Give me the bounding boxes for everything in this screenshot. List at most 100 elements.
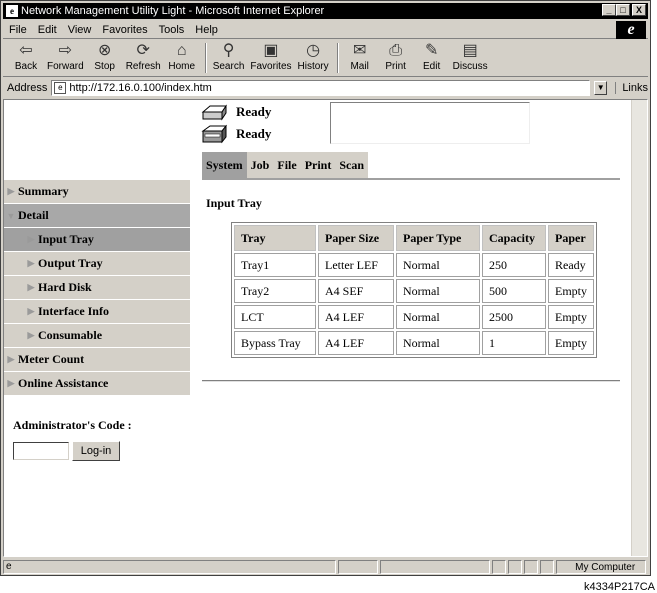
arrow-right-icon: ▶ [7,186,15,196]
forward-button[interactable]: ⇨ Forward [47,41,84,72]
status-cell [380,560,491,574]
nav-detail[interactable]: ▼ Detail [4,204,190,228]
window-controls: _ □ X [602,4,646,16]
table-cell: 2500 [482,305,546,329]
nav-input-tray[interactable]: ▶ Input Tray [4,228,190,252]
toolbar: ⇦ Back ⇨ Forward ⊗ Stop ⟳ Refresh ⌂ Home… [3,41,648,77]
home-icon: ⌂ [176,42,187,59]
edit-icon: ✎ [424,42,439,59]
stop-button[interactable]: ⊗ Stop [90,41,120,72]
refresh-button[interactable]: ⟳ Refresh [126,41,161,72]
print-label: Print [385,61,406,72]
discuss-label: Discuss [452,61,488,72]
tab-file[interactable]: File [273,158,300,173]
refresh-label: Refresh [125,61,161,72]
close-button[interactable]: X [632,4,646,16]
menu-bar: File Edit View Favorites Tools Help [3,21,648,39]
figure-caption: k4334P217CA [584,581,655,593]
address-dropdown-button[interactable]: ▼ [593,81,608,95]
favorites-button[interactable]: ▣ Favorites [250,41,291,72]
column-header: Tray [234,225,316,251]
back-label: Back [14,61,38,72]
status-cell [508,560,523,574]
edit-button[interactable]: ✎ Edit [417,41,447,72]
login-button[interactable]: Log-in [72,441,120,461]
back-icon: ⇦ [19,42,33,59]
tab-scan[interactable]: Scan [335,158,368,173]
window-title: Network Management Utility Light - Micro… [21,5,325,17]
table-cell: A4 LEF [318,305,394,329]
nav-online-assistance-label: Online Assistance [18,376,109,390]
favorites-label: Favorites [250,61,292,72]
discuss-button[interactable]: ▤ Discuss [453,41,488,72]
address-bar: Address e http://172.16.0.100/index.htm … [3,79,648,97]
menu-tools[interactable]: Tools [159,24,185,36]
menu-file[interactable]: File [9,24,27,36]
ie-app-icon: e [6,5,18,17]
page-viewport: Ready Ready System Job File Print Scan ▶… [3,99,648,557]
arrow-right-icon: ▶ [27,306,35,316]
stop-label: Stop [94,61,115,72]
tab-print[interactable]: Print [301,158,336,173]
back-button[interactable]: ⇦ Back [11,41,41,72]
mail-button[interactable]: ✉ Mail [345,41,375,72]
nav-hard-disk[interactable]: ▶ Hard Disk [4,276,190,300]
maximize-button[interactable]: □ [616,4,630,16]
table-cell: Empty [548,305,594,329]
home-button[interactable]: ⌂ Home [167,41,197,72]
table-row: LCT A4 LEF Normal 2500 Empty [234,305,594,329]
arrow-down-icon: ▼ [6,210,16,221]
refresh-icon: ⟳ [136,42,150,59]
table-cell: A4 SEF [318,279,394,303]
tab-job[interactable]: Job [247,158,274,173]
table-cell: Tray1 [234,253,316,277]
menu-edit[interactable]: Edit [38,24,57,36]
main-tabs: System Job File Print Scan [202,152,369,178]
print-button[interactable]: ⎙ Print [381,41,411,72]
tab-system[interactable]: System [202,152,247,178]
menu-help[interactable]: Help [195,24,218,36]
address-url: http://172.16.0.100/index.htm [69,82,212,94]
ie-logo: e [616,21,646,39]
zone-cell: My Computer [556,560,647,574]
minimize-button[interactable]: _ [602,4,616,16]
search-label: Search [212,61,245,72]
printer-status-text: Ready [236,104,272,119]
menu-view[interactable]: View [68,24,92,36]
table-cell: Empty [548,279,594,303]
table-cell: LCT [234,305,316,329]
nav-output-tray-label: Output Tray [38,256,103,270]
table-cell: Bypass Tray [234,331,316,355]
links-button[interactable]: Links [615,82,648,94]
admin-code-input[interactable] [13,442,69,460]
page-icon: e [54,82,67,94]
column-header: Paper Size [318,225,394,251]
favorites-icon: ▣ [263,42,279,59]
nav-summary[interactable]: ▶ Summary [4,180,190,204]
nav-consumable[interactable]: ▶ Consumable [4,324,190,348]
scanner-icon [201,124,228,144]
status-bar: e My Computer [3,559,648,575]
column-header: Paper Type [396,225,480,251]
content-divider [202,380,620,382]
arrow-right-icon: ▶ [7,378,15,388]
history-button[interactable]: ◷ History [298,41,329,72]
nav-output-tray[interactable]: ▶ Output Tray [4,252,190,276]
menu-favorites[interactable]: Favorites [102,24,147,36]
printer-icon [201,104,227,121]
tab-underline [202,178,620,180]
address-input[interactable]: e http://172.16.0.100/index.htm [51,80,590,96]
table-header-row: Tray Paper Size Paper Type Capacity Pape… [234,225,594,251]
discuss-icon: ▤ [462,42,478,59]
search-button[interactable]: ⚲ Search [213,41,245,72]
nav-interface-info[interactable]: ▶ Interface Info [4,300,190,324]
nav-online-assistance[interactable]: ▶ Online Assistance [4,372,190,396]
vertical-scrollbar[interactable] [631,100,647,556]
table-cell: Normal [396,253,480,277]
status-cell [540,560,555,574]
arrow-right-icon: ▶ [27,258,35,268]
table-cell: Empty [548,331,594,355]
page-status-icon: e [6,561,12,572]
status-cell [492,560,507,574]
nav-meter-count[interactable]: ▶ Meter Count [4,348,190,372]
